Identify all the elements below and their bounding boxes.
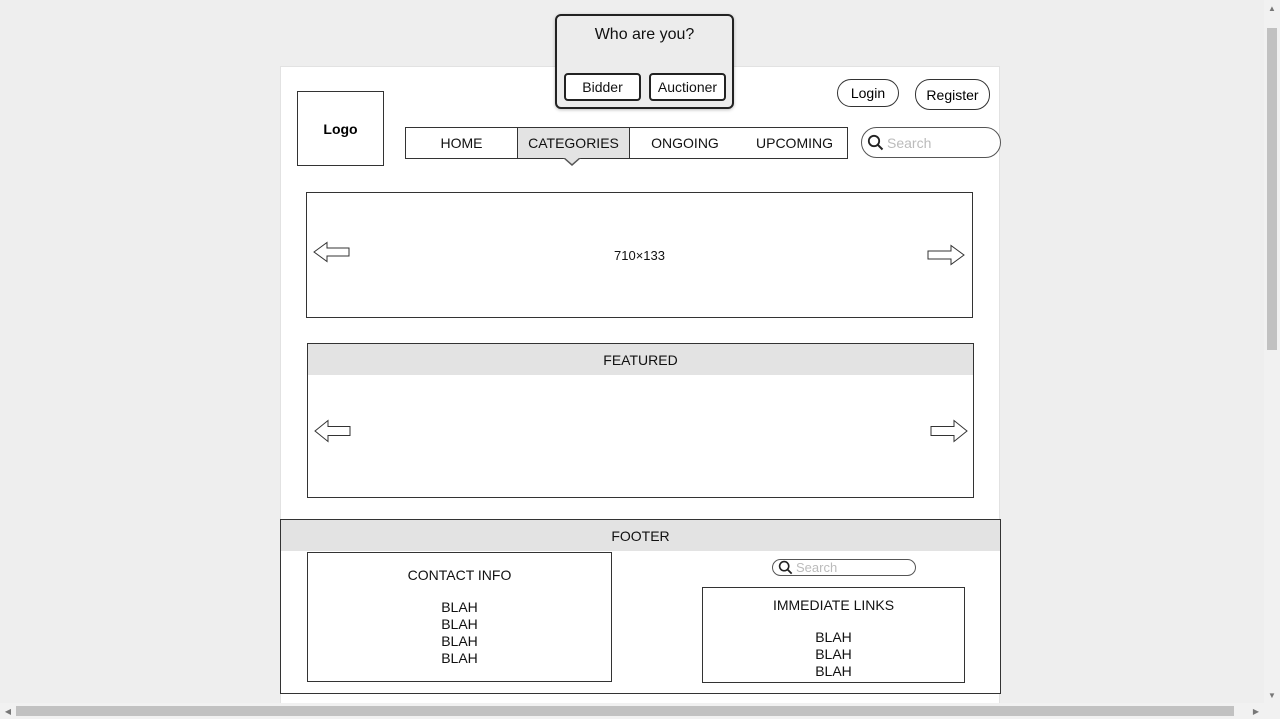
role-select-modal: Who are you? Bidder Auctioner bbox=[555, 14, 734, 109]
modal-title: Who are you? bbox=[594, 26, 695, 43]
nav-item-ongoing[interactable]: ONGOING bbox=[630, 128, 740, 158]
immediate-link[interactable]: BLAH bbox=[703, 663, 964, 680]
nav-dropdown-caret-fill bbox=[564, 157, 580, 164]
scroll-right-icon[interactable]: ▶ bbox=[1250, 705, 1262, 717]
footer-search-input[interactable] bbox=[796, 560, 915, 575]
immediate-links-box: IMMEDIATE LINKS BLAH BLAH BLAH bbox=[702, 587, 965, 683]
search-icon bbox=[867, 134, 884, 151]
bidder-button[interactable]: Bidder bbox=[564, 73, 641, 101]
immediate-link[interactable]: BLAH bbox=[703, 646, 964, 663]
arrow-right-icon[interactable] bbox=[930, 419, 968, 443]
nav-item-upcoming[interactable]: UPCOMING bbox=[740, 128, 849, 158]
arrow-left-icon[interactable] bbox=[314, 419, 352, 443]
auctioner-button[interactable]: Auctioner bbox=[649, 73, 726, 101]
scroll-up-icon[interactable]: ▲ bbox=[1266, 2, 1278, 14]
immediate-links-title: IMMEDIATE LINKS bbox=[772, 597, 895, 613]
header-search-input[interactable] bbox=[887, 134, 1000, 151]
contact-info-line: BLAH bbox=[441, 633, 478, 649]
footer-search bbox=[772, 559, 916, 576]
hero-carousel: 710×133 bbox=[306, 192, 973, 318]
scroll-down-icon[interactable]: ▼ bbox=[1266, 689, 1278, 701]
contact-info-line: BLAH bbox=[441, 650, 478, 666]
header-search bbox=[861, 127, 1001, 158]
login-button[interactable]: Login bbox=[837, 79, 899, 107]
featured-header: FEATURED bbox=[307, 343, 974, 376]
contact-info-box: CONTACT INFO BLAH BLAH BLAH BLAH bbox=[307, 552, 612, 682]
nav-item-categories[interactable]: CATEGORIES bbox=[517, 128, 630, 158]
horizontal-scrollbar-thumb[interactable] bbox=[16, 706, 1234, 716]
footer-header: FOOTER bbox=[280, 519, 1001, 552]
contact-info-title: CONTACT INFO bbox=[407, 567, 512, 583]
scroll-left-icon[interactable]: ◀ bbox=[2, 705, 14, 717]
nav-item-home[interactable]: HOME bbox=[406, 128, 517, 158]
carousel-placeholder-label: 710×133 bbox=[614, 247, 665, 263]
search-icon bbox=[778, 560, 793, 575]
vertical-scrollbar-thumb[interactable] bbox=[1267, 28, 1277, 350]
arrow-left-icon[interactable] bbox=[313, 241, 351, 263]
contact-info-line: BLAH bbox=[441, 616, 478, 632]
logo[interactable]: Logo bbox=[297, 91, 384, 166]
immediate-link[interactable]: BLAH bbox=[703, 629, 964, 646]
featured-carousel bbox=[307, 375, 974, 498]
arrow-right-icon[interactable] bbox=[927, 244, 965, 266]
contact-info-line: BLAH bbox=[441, 599, 478, 615]
main-nav: HOME CATEGORIES ONGOING UPCOMING bbox=[405, 127, 848, 159]
register-button[interactable]: Register bbox=[915, 79, 990, 110]
